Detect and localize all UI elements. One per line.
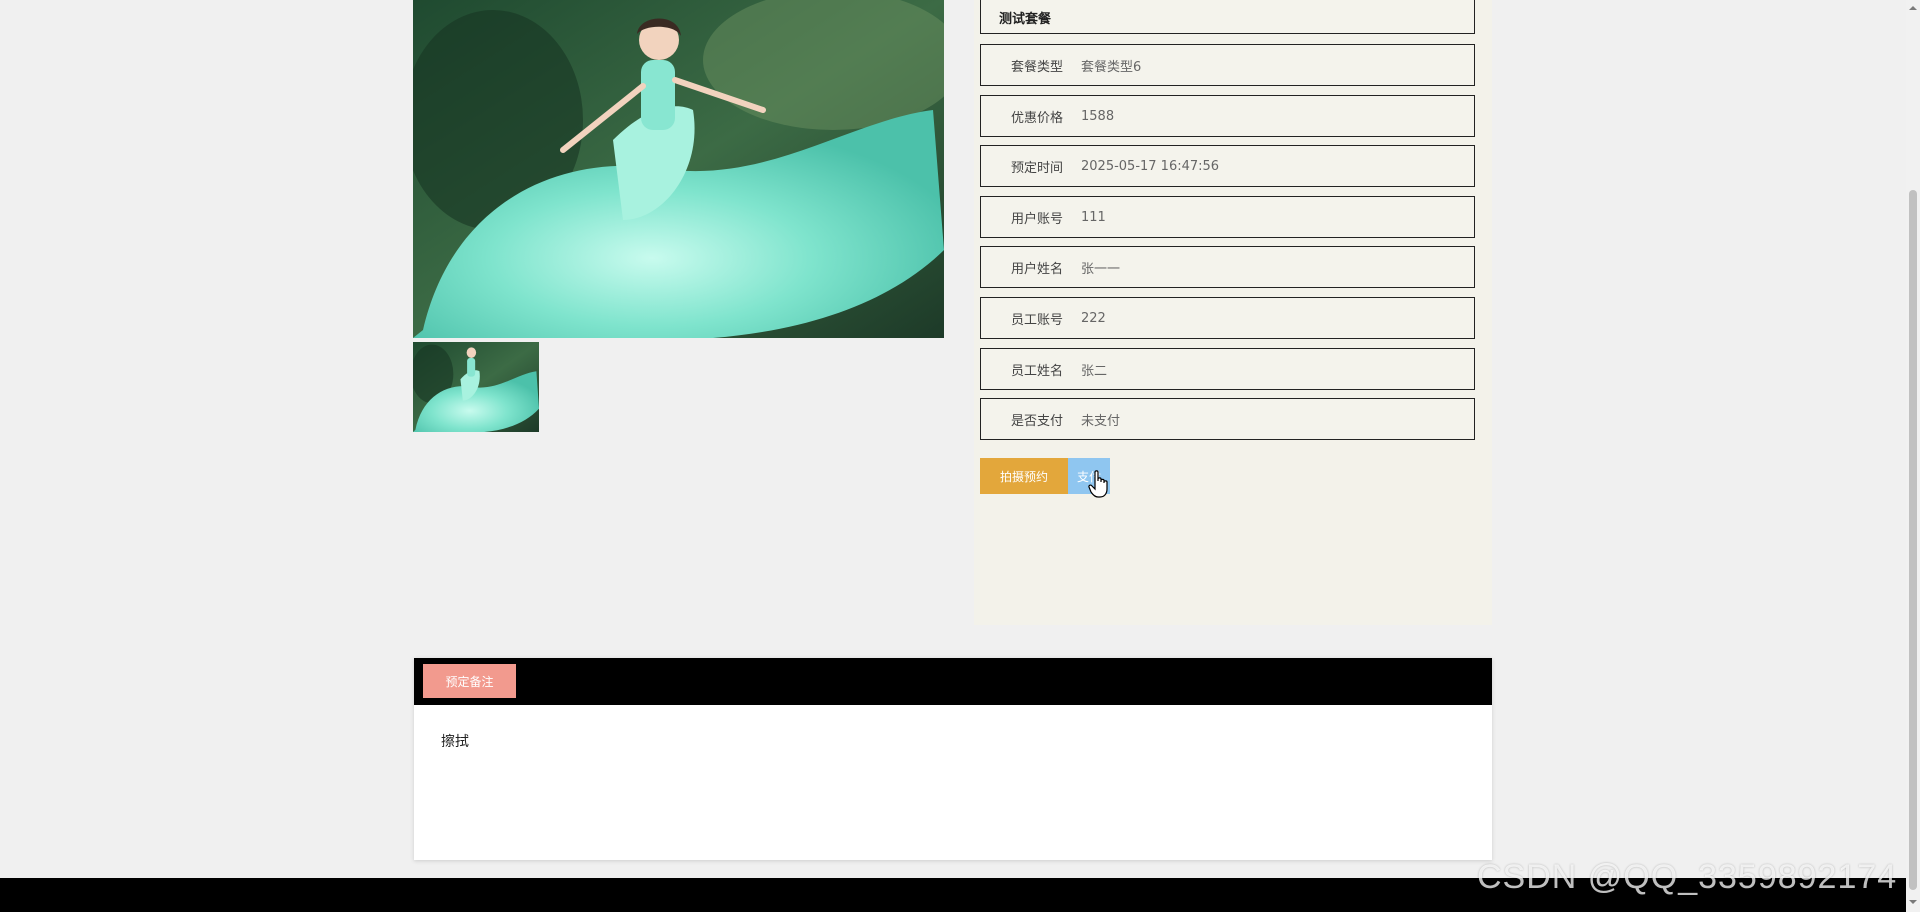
field-label: 预定时间	[1010, 160, 1063, 176]
main-product-image	[413, 0, 944, 338]
field-value: 111	[1081, 209, 1106, 225]
field-value: 1588	[1081, 108, 1115, 124]
field-label: 员工账号	[1010, 312, 1063, 328]
field-booking-time: 预定时间 2025-05-17 16:47:56	[980, 145, 1475, 187]
field-package-type: 套餐类型 套餐类型6	[980, 44, 1475, 86]
field-value: 张一一	[1081, 261, 1121, 277]
field-value: 未支付	[1081, 413, 1121, 429]
field-label: 用户姓名	[1010, 261, 1063, 277]
field-value: 张二	[1081, 363, 1108, 379]
scrollbar-thumb[interactable]	[1909, 190, 1917, 890]
field-user-name: 用户姓名 张一一	[980, 246, 1475, 288]
chevron-up-icon[interactable]	[1909, 4, 1917, 12]
field-discount-price: 优惠价格 1588	[980, 95, 1475, 137]
hand-pointer-icon	[1088, 470, 1108, 498]
remark-header: 预定备注	[414, 658, 1492, 705]
book-shoot-button[interactable]: 拍摄预约	[980, 458, 1068, 494]
field-label: 是否支付	[1010, 413, 1063, 429]
field-staff-name: 员工姓名 张二	[980, 348, 1475, 390]
chevron-down-icon[interactable]	[1909, 898, 1917, 906]
thumbnail-image[interactable]	[413, 342, 539, 432]
remark-section: 预定备注 擦拭	[414, 658, 1492, 860]
remark-content: 擦拭	[441, 734, 469, 750]
field-value: 2025-05-17 16:47:56	[1081, 158, 1220, 174]
field-label: 用户账号	[1010, 211, 1063, 227]
field-label: 优惠价格	[1010, 110, 1063, 126]
field-staff-account: 员工账号 222	[980, 297, 1475, 339]
field-payment-status: 是否支付 未支付	[980, 398, 1475, 440]
field-value: 222	[1081, 310, 1106, 326]
package-title: 测试套餐	[980, 0, 1475, 34]
field-label: 员工姓名	[1010, 363, 1063, 379]
watermark: CSDN @QQ_3359892174	[1477, 858, 1898, 896]
field-user-account: 用户账号 111	[980, 196, 1475, 238]
field-value: 套餐类型6	[1081, 59, 1142, 75]
tab-remark[interactable]: 预定备注	[423, 664, 516, 698]
field-label: 套餐类型	[1010, 59, 1063, 75]
